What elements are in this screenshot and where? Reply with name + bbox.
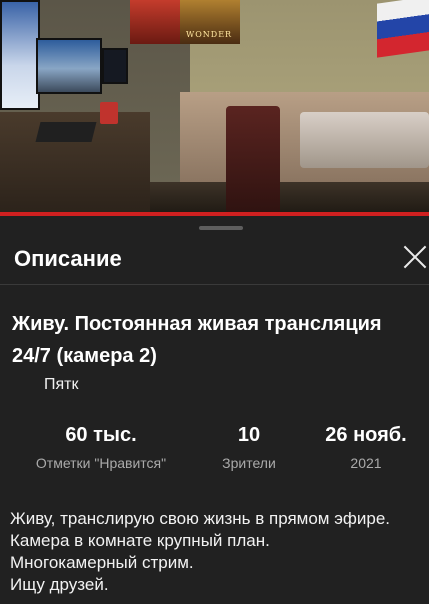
description-line: Ищу друзей. bbox=[10, 575, 109, 594]
stat-date: 26 нояб. 2021 bbox=[310, 422, 422, 474]
video-scene-flag bbox=[377, 0, 429, 58]
video-scene-cup bbox=[100, 102, 118, 124]
close-icon[interactable] bbox=[402, 244, 428, 270]
description-line: Камера в комнате крупный план. bbox=[10, 531, 270, 550]
channel-name: Пятк bbox=[44, 376, 79, 393]
video-scene-poster bbox=[130, 0, 180, 44]
video-scene-monitor bbox=[0, 0, 40, 110]
channel-link[interactable]: Пятк bbox=[12, 374, 212, 398]
video-player[interactable]: WONDER bbox=[0, 0, 429, 216]
description-panel: Описание Живу. Постоянная живая трансляц… bbox=[0, 216, 429, 604]
stat-viewers-label: Зрители bbox=[222, 455, 276, 471]
video-scene-monitor bbox=[102, 48, 128, 84]
video-scene-keyboard bbox=[35, 122, 97, 142]
stat-likes-value: 60 тыс. bbox=[65, 424, 137, 446]
panel-title: Описание bbox=[14, 246, 122, 271]
stat-likes-label: Отметки "Нравится" bbox=[35, 455, 167, 471]
video-scene-bedsheet bbox=[300, 112, 429, 168]
video-scene-monitor bbox=[36, 38, 102, 94]
stat-date-value: 26 нояб. bbox=[325, 424, 407, 446]
video-scene-chair bbox=[226, 106, 280, 216]
stat-date-year: 2021 bbox=[350, 455, 382, 471]
poster-text: WONDER bbox=[186, 30, 233, 39]
drag-handle[interactable] bbox=[199, 226, 243, 230]
panel-header: Описание bbox=[0, 236, 429, 278]
stat-viewers: 10 Зрители bbox=[200, 422, 298, 474]
stat-likes: 60 тыс. Отметки "Нравится" bbox=[22, 422, 180, 474]
stat-viewers-value: 10 bbox=[237, 424, 261, 446]
description-text: Живу, транслирую свою жизнь в прямом эфи… bbox=[10, 508, 422, 596]
video-title: Живу. Постоянная живая трансляция 24/7 (… bbox=[12, 313, 382, 367]
description-line: Живу, транслирую свою жизнь в прямом эфи… bbox=[10, 509, 391, 528]
description-line: Многокамерный стрим. bbox=[10, 553, 194, 572]
divider bbox=[0, 284, 429, 285]
stats-row: 60 тыс. Отметки "Нравится" 10 Зрители 26… bbox=[0, 422, 429, 482]
